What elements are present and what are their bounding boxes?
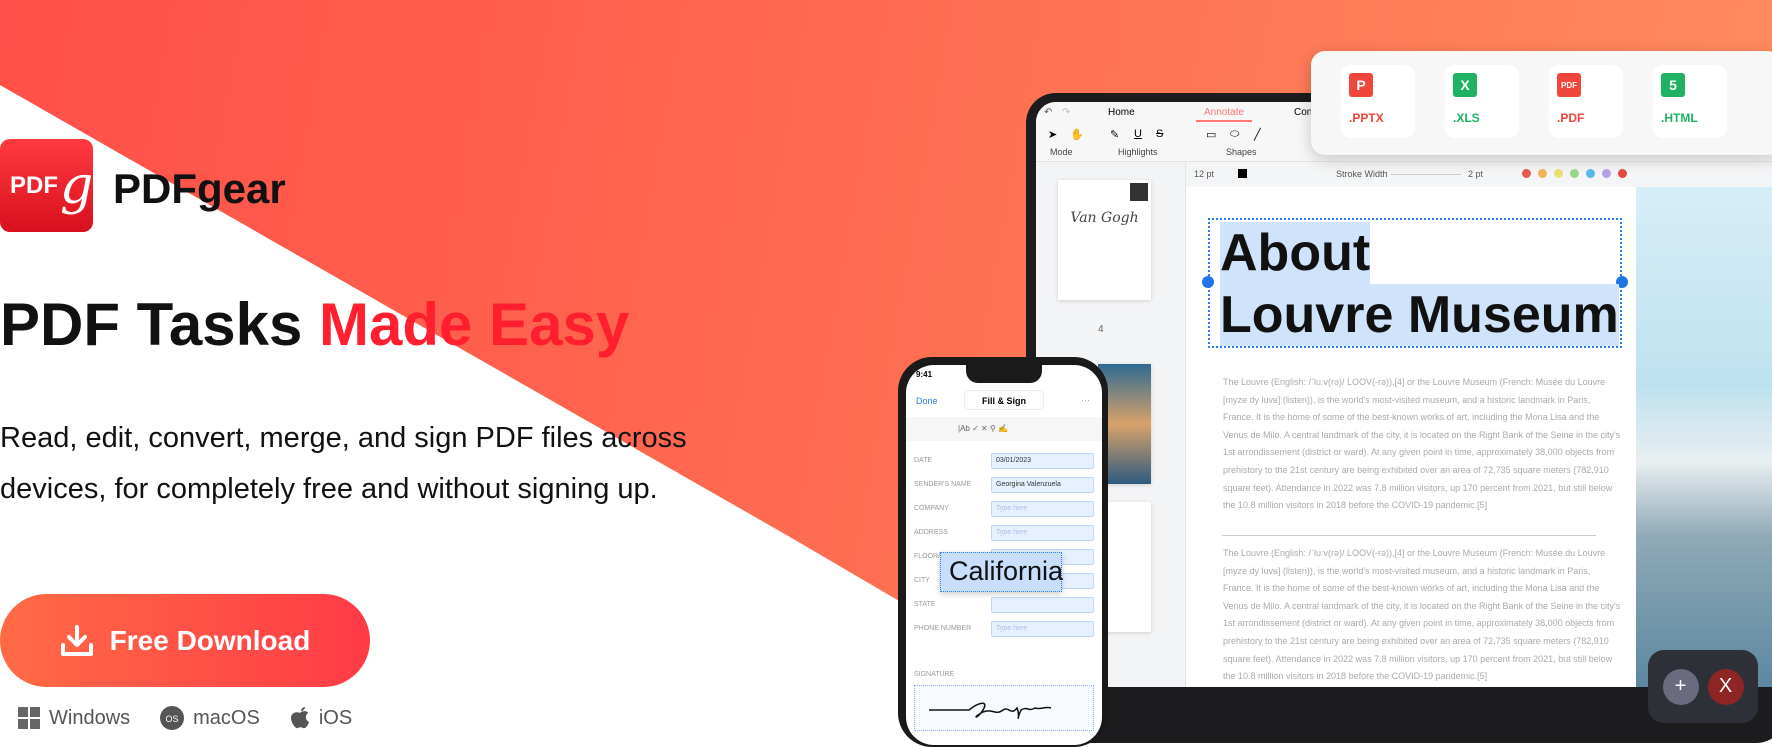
format-pptx[interactable]: P .PPTX	[1341, 65, 1415, 138]
brand-name[interactable]: PDFgear	[113, 165, 286, 213]
palette-color[interactable]	[1522, 169, 1531, 178]
done-button[interactable]: Done	[916, 396, 938, 406]
palette-color[interactable]	[1602, 169, 1611, 178]
windows-icon	[18, 707, 40, 729]
stroke-width-value[interactable]: 2 pt	[1468, 169, 1483, 179]
color-palette	[1522, 169, 1627, 178]
platform-macos[interactable]: OS macOS	[160, 706, 260, 730]
body-paragraph: The Louvre (English: /ˈluːv(rə)/ LOOV(-r…	[1223, 377, 1621, 511]
mode-select[interactable]: Fill & Sign	[964, 390, 1044, 410]
body-paragraph: The Louvre (English: /ˈluːv(rə)/ LOOV(-r…	[1223, 548, 1621, 682]
free-download-button[interactable]: Free Download	[0, 594, 370, 687]
group-highlights: Highlights	[1118, 147, 1158, 157]
page-number: 4	[1098, 324, 1104, 335]
format-label: .PPTX	[1349, 111, 1384, 125]
ellipse-icon[interactable]: ⬭	[1230, 128, 1239, 141]
close-button[interactable]: X	[1707, 668, 1744, 705]
format-conversion-card: P .PPTX X .XLS PDF .PDF 5 .HTML	[1311, 51, 1772, 155]
stroke-width-label: Stroke Width	[1336, 169, 1388, 179]
rectangle-icon[interactable]: ▭	[1206, 128, 1216, 141]
field-label: CITY	[914, 577, 930, 584]
headline: PDF Tasks Made Easy	[0, 291, 630, 358]
palette-color[interactable]	[1538, 169, 1547, 178]
field-label: STATE	[914, 601, 936, 608]
document-title[interactable]: About Louvre Museum	[1220, 222, 1619, 346]
format-html[interactable]: 5 .HTML	[1653, 65, 1727, 138]
format-badge-icon: X	[1453, 73, 1477, 97]
form-field-input[interactable]: 03/01/2023	[991, 453, 1094, 469]
signature-label: SIGNATURE	[914, 671, 955, 678]
form-field-input[interactable]: Georgina Valenzuela	[991, 477, 1094, 493]
undo-icon[interactable]: ↶	[1044, 107, 1052, 118]
field-label: DATE	[914, 457, 933, 464]
louvre-photo	[1636, 187, 1772, 687]
form-field-input[interactable]	[991, 597, 1094, 613]
stroke-width-slider[interactable]	[1391, 174, 1461, 175]
phone-notch	[966, 365, 1042, 383]
tab-home[interactable]: Home	[1108, 107, 1135, 118]
palette-color[interactable]	[1586, 169, 1595, 178]
hero-description: Read, edit, convert, merge, and sign PDF…	[0, 422, 687, 505]
font-size-select[interactable]: 12 pt	[1194, 169, 1214, 179]
field-label: ADDRESS	[914, 529, 948, 536]
page-thumbnail[interactable]: Van Gogh	[1058, 180, 1151, 300]
tab-annotate[interactable]: Annotate	[1196, 107, 1253, 122]
macos-icon: OS	[160, 706, 185, 730]
palette-color[interactable]	[1570, 169, 1579, 178]
selection-handle[interactable]	[1202, 276, 1214, 288]
group-shapes: Shapes	[1226, 147, 1257, 157]
format-label: .HTML	[1661, 111, 1698, 125]
underline-icon[interactable]: U	[1134, 128, 1142, 140]
platform-ios[interactable]: iOS	[290, 706, 352, 730]
signature-box[interactable]	[914, 685, 1094, 731]
download-icon	[60, 624, 93, 656]
group-mode: Mode	[1050, 147, 1073, 157]
state-overlay-text[interactable]: California	[940, 552, 1063, 592]
format-label: .XLS	[1453, 111, 1480, 125]
floating-widget: + X	[1648, 650, 1758, 723]
sign-toolbar: |Ab ✓ ✕ ⚲ ✍	[906, 417, 1102, 441]
palette-color[interactable]	[1554, 169, 1563, 178]
platform-list: Windows OS macOS iOS	[18, 706, 352, 730]
apple-icon	[290, 707, 309, 729]
form-field-input[interactable]: Type here	[991, 621, 1094, 637]
strikethrough-icon[interactable]: S	[1156, 128, 1163, 140]
format-label: .PDF	[1557, 111, 1585, 125]
divider	[1222, 535, 1596, 536]
pen-icon[interactable]: ✎	[1110, 128, 1119, 141]
form-field-input[interactable]: Type here	[991, 525, 1094, 541]
platform-windows[interactable]: Windows	[18, 706, 130, 730]
format-badge-icon: P	[1349, 73, 1373, 97]
palette-color[interactable]	[1618, 169, 1627, 178]
field-label: PHONE NUMBER	[914, 625, 972, 632]
color-swatch[interactable]	[1238, 169, 1247, 178]
format-badge-icon: PDF	[1557, 73, 1581, 97]
plus-button[interactable]: +	[1662, 668, 1699, 705]
format-xls[interactable]: X .XLS	[1445, 65, 1519, 138]
form-field-input[interactable]: Type here	[991, 501, 1094, 517]
hand-tool-icon[interactable]: ✋	[1070, 128, 1084, 141]
svg-text:OS: OS	[166, 714, 179, 724]
select-tool-icon[interactable]: ➤	[1048, 128, 1057, 141]
properties-bar: 12 pt Stroke Width 2 pt	[1186, 164, 1772, 186]
more-icon[interactable]: ···	[1081, 395, 1090, 405]
format-badge-icon: 5	[1661, 73, 1685, 97]
signature-drawing	[929, 702, 1052, 719]
field-label: SENDER'S NAME	[914, 481, 972, 488]
line-icon[interactable]: ╱	[1254, 128, 1261, 141]
field-label: COMPANY	[914, 505, 949, 512]
pdfgear-logo[interactable]: PDF g	[0, 139, 93, 232]
phone-time: 9:41	[916, 370, 933, 379]
redo-icon[interactable]: ↷	[1062, 107, 1070, 118]
format-pdf[interactable]: PDF .PDF	[1549, 65, 1623, 138]
